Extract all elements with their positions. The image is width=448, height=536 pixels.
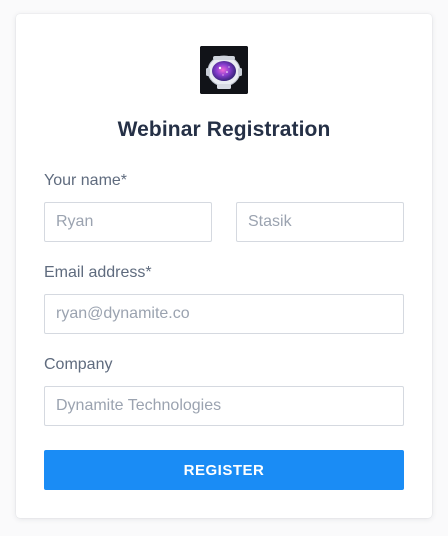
name-label: Your name* bbox=[44, 172, 128, 189]
company-label: Company bbox=[44, 356, 113, 373]
company-input[interactable] bbox=[44, 386, 404, 426]
email-input[interactable] bbox=[44, 294, 404, 334]
first-name-input[interactable] bbox=[44, 202, 212, 242]
registration-card: Webinar Registration Your name* Email ad… bbox=[16, 14, 432, 518]
astronaut-helmet-icon bbox=[200, 46, 248, 94]
register-button[interactable]: REGISTER bbox=[44, 450, 404, 490]
last-name-input[interactable] bbox=[236, 202, 404, 242]
page-title: Webinar Registration bbox=[117, 118, 331, 141]
email-label: Email address* bbox=[44, 264, 152, 281]
